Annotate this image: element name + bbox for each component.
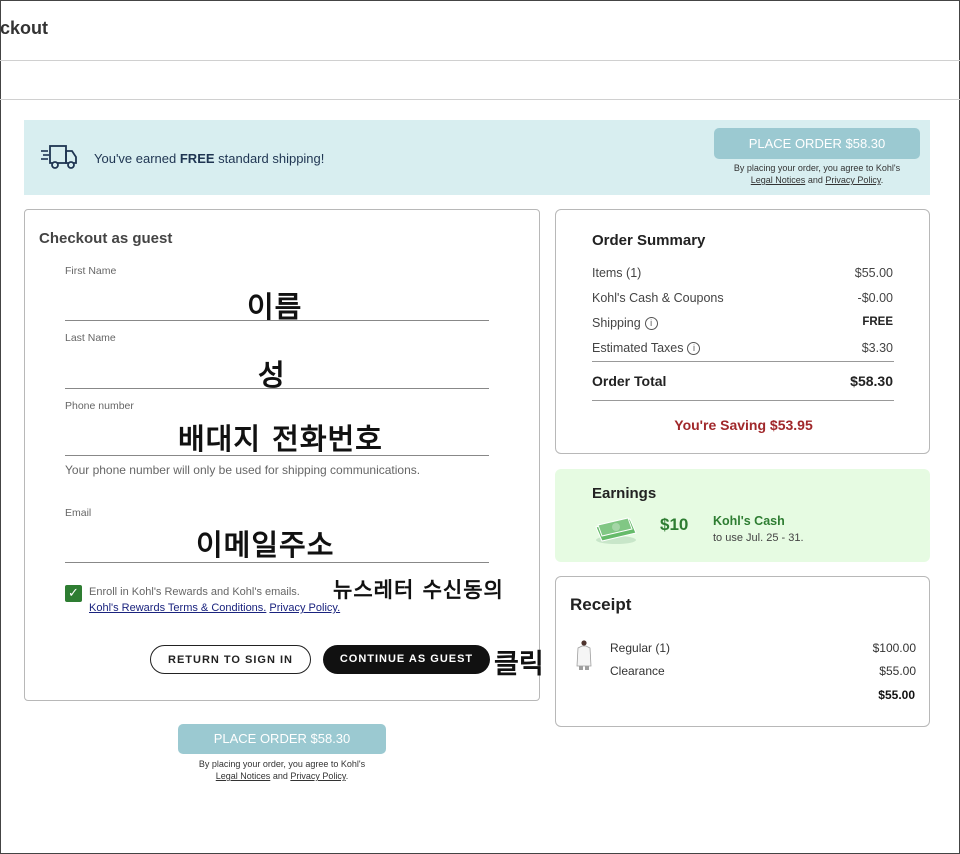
taxes-info-icon[interactable]: i [687,342,701,356]
shipping-info-icon[interactable]: i [644,317,658,331]
place-order-note-bottom: By placing your order, you agree to Kohl… [198,759,366,781]
guest-checkout-card: Checkout as guest First Name 이름 Last Nam… [24,209,540,701]
email-label: Email [65,507,92,519]
subheader-divider [0,99,960,100]
kohls-cash-icon [595,517,637,544]
guest-checkout-title: Checkout as guest [39,230,173,247]
order-total-row: Order Total $58.30 [592,373,893,389]
earnings-title: Earnings [592,485,657,502]
last-name-field[interactable] [65,388,489,389]
click-annotation: 클릭 [494,649,544,680]
first-name-field[interactable] [65,320,489,321]
taxes-row: Estimated Taxes i $3.30 [592,341,893,356]
order-summary-title: Order Summary [592,232,706,249]
page-title: ckout [0,18,49,38]
enroll-links: Kohl's Rewards Terms & Conditions. Priva… [89,602,340,614]
receipt-clearance-row: Clearance $55.00 [610,664,916,678]
phone-label: Phone number [65,400,134,412]
email-annotation: 이메일주소 [196,528,335,562]
free-shipping-message: You've earned FREE standard shipping! [94,151,325,166]
return-to-sign-in-button[interactable]: RETURN TO SIGN IN [150,645,311,674]
delivery-truck-icon [41,145,77,169]
place-order-button-bottom[interactable]: PLACE ORDER $58.30 [178,724,386,754]
receipt-regular-row: Regular (1) $100.00 [610,641,916,655]
order-summary-card: Order Summary Items (1) $55.00 Kohl's Cas… [555,209,930,454]
shipping-row: Shipping i FREE [592,316,893,331]
first-name-label: First Name [65,265,117,277]
receipt-title: Receipt [570,595,632,614]
phone-field[interactable] [65,455,489,456]
email-field[interactable] [65,562,489,563]
summary-divider [592,361,894,362]
earnings-card: Earnings $10 Kohl's Cash to use Jul. 25 … [555,469,930,562]
last-name-label: Last Name [65,332,116,344]
receipt-total: $55.00 [878,688,915,702]
product-thumbnail [576,640,592,670]
earnings-validity: to use Jul. 25 - 31. [713,532,804,544]
continue-as-guest-button[interactable]: CONTINUE AS GUEST [323,645,490,674]
saving-text: You're Saving $53.95 [674,417,813,433]
earnings-amount: $10 [660,515,689,534]
header-divider [0,60,960,61]
privacy-policy-link[interactable]: Privacy Policy [825,175,880,185]
kohls-cash-row: Kohl's Cash & Coupons -$0.00 [592,291,893,305]
summary-divider-2 [592,400,894,401]
enroll-label: Enroll in Kohl's Rewards and Kohl's emai… [89,586,300,598]
legal-notices-link[interactable]: Legal Notices [751,175,806,185]
free-shipping-banner: You've earned FREE standard shipping! PL… [24,120,930,195]
place-order-button-top[interactable]: PLACE ORDER $58.30 [714,128,920,159]
receipt-card: Receipt Regular (1) $100.00 Clearance $55.… [555,576,930,727]
earnings-label: Kohl's Cash [713,514,785,528]
privacy-policy-link-bottom[interactable]: Privacy Policy [290,771,345,781]
enroll-privacy-link[interactable]: Privacy Policy. [269,602,340,614]
enroll-annotation: 뉴스레터 수신동의 [333,578,504,602]
phone-annotation: 배대지 전화번호 [178,422,383,456]
items-row: Items (1) $55.00 [592,266,893,280]
legal-notices-link-bottom[interactable]: Legal Notices [216,771,271,781]
rewards-terms-link[interactable]: Kohl's Rewards Terms & Conditions. [89,602,266,614]
place-order-note-top: By placing your order, you agree to Kohl… [733,163,901,185]
phone-hint: Your phone number will only be used for … [65,463,421,477]
enroll-checkbox[interactable]: ✓ [65,585,82,602]
